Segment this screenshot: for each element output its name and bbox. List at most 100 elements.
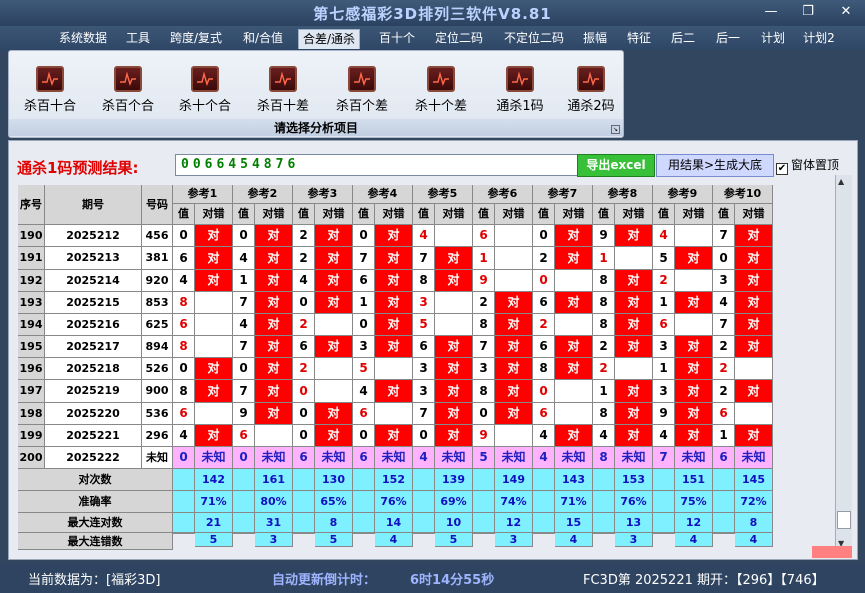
row-value: 2	[293, 358, 315, 380]
row-period: 2025217	[45, 336, 142, 358]
row-value: 8	[173, 380, 195, 403]
row-value: 1	[353, 292, 375, 314]
pending-number: 未知	[142, 447, 173, 469]
stat-label: 最大连错数	[18, 533, 173, 550]
ribbon-button-label: 杀百个合	[101, 99, 154, 114]
row-value: 4	[593, 425, 615, 447]
row-hit-mark: 对	[555, 336, 593, 358]
menu-item-13[interactable]: 计划	[756, 29, 790, 49]
generate-base-button[interactable]: 用结果>生成大底	[656, 154, 774, 177]
menu-item-12[interactable]: 后一	[711, 29, 745, 49]
row-value: 4	[173, 270, 195, 292]
row-value: 7	[413, 403, 435, 425]
stat-spacer	[353, 469, 375, 491]
header-number: 号码	[142, 185, 173, 225]
stat-value: 65%	[315, 491, 353, 513]
ribbon-launcher-icon[interactable]: ↘	[611, 125, 620, 134]
row-hit-mark: 对	[255, 380, 293, 403]
ribbon-button-1[interactable]: 杀百十合	[17, 66, 83, 116]
menu-item-10[interactable]: 特征	[622, 29, 656, 49]
stat-spacer	[293, 469, 315, 491]
pending-value: 6	[353, 447, 375, 469]
stat-spacer	[593, 533, 615, 534]
row-value: 0	[713, 247, 735, 270]
ribbon-button-3[interactable]: 杀十个合	[172, 66, 238, 116]
header-seq: 序号	[18, 185, 45, 225]
ribbon-button-7[interactable]: 通杀1码	[487, 66, 553, 116]
menu-item-4[interactable]: 和/合值	[238, 29, 288, 49]
row-hit-mark: 对	[315, 247, 353, 270]
row-period: 2025216	[45, 314, 142, 336]
pending-hit-text: 未知	[735, 447, 773, 469]
header-value: 值	[593, 204, 615, 225]
row-hit-mark: 对	[495, 336, 533, 358]
header-value: 值	[233, 204, 255, 225]
menu-item-5[interactable]: 合差/通杀	[298, 29, 360, 49]
row-hit-mark: 对	[255, 358, 293, 380]
pending-value: 0	[173, 447, 195, 469]
header-hit: 对错	[375, 204, 413, 225]
prediction-field[interactable]: 0066454876	[175, 154, 578, 176]
header-hit: 对错	[615, 204, 653, 225]
row-hit-mark: 对	[255, 247, 293, 270]
ribbon-button-6[interactable]: 杀十个差	[408, 66, 474, 116]
row-period: 2025218	[45, 358, 142, 380]
stat-spacer	[653, 469, 675, 491]
ribbon-button-5[interactable]: 杀百个差	[329, 66, 395, 116]
ribbon-button-2[interactable]: 杀百个合	[95, 66, 161, 116]
row-hit-mark: 对	[315, 292, 353, 314]
menu-item-1[interactable]: 系统数据	[52, 29, 114, 49]
menu-item-8[interactable]: 不定位二码	[497, 29, 571, 49]
scrollbar-thumb[interactable]	[837, 511, 851, 529]
row-value: 2	[293, 314, 315, 336]
row-value: 0	[533, 380, 555, 403]
restore-icon[interactable]: ❐	[797, 4, 819, 20]
row-seq: 190	[18, 225, 45, 247]
close-icon[interactable]: ✕	[835, 4, 857, 20]
export-excel-button[interactable]: 导出excel	[577, 154, 655, 177]
row-value: 6	[353, 403, 375, 425]
row-seq: 193	[18, 292, 45, 314]
scroll-up-icon[interactable]: ▲	[838, 177, 844, 186]
menu-item-2[interactable]: 工具	[121, 29, 155, 49]
menu-item-9[interactable]: 振幅	[578, 29, 612, 49]
pending-hit-text: 未知	[615, 447, 653, 469]
row-value: 3	[713, 270, 735, 292]
always-on-top-checkbox[interactable]: ✔ 窗体置顶	[776, 156, 839, 175]
row-hit-mark: 对	[435, 270, 473, 292]
stat-spacer	[413, 469, 435, 491]
stat-value: 149	[495, 469, 533, 491]
stat-value: 8	[735, 513, 773, 533]
menu-item-14[interactable]: 计划2	[799, 29, 839, 49]
row-hit-mark	[615, 247, 653, 270]
table-scrollbar[interactable]: ▲ ▼	[835, 175, 852, 550]
row-value: 6	[713, 403, 735, 425]
menu-item-7[interactable]: 定位二码	[430, 29, 488, 49]
menu-item-11[interactable]: 后二	[666, 29, 700, 49]
row-hit-mark: 对	[495, 403, 533, 425]
row-value: 6	[533, 292, 555, 314]
stat-spacer	[473, 469, 495, 491]
row-value: 0	[353, 314, 375, 336]
ribbon-button-4[interactable]: 杀百十差	[250, 66, 316, 116]
row-hit-mark	[675, 314, 713, 336]
row-hit-mark	[675, 225, 713, 247]
minimize-icon[interactable]: —	[760, 4, 782, 20]
stat-spacer	[593, 469, 615, 491]
menu-item-3[interactable]: 跨度/复式	[165, 29, 227, 49]
row-value: 8	[473, 314, 495, 336]
row-hit-mark	[735, 403, 773, 425]
menu-item-6[interactable]: 百十个	[374, 29, 420, 49]
checkbox-check-icon[interactable]: ✔	[776, 163, 788, 175]
stat-value: 15	[555, 513, 593, 533]
row-hit-mark: 对	[615, 225, 653, 247]
row-value: 7	[233, 336, 255, 358]
latest-draw-info: FC3D第 2025221 期开：【296】【746】	[583, 573, 825, 588]
row-seq: 198	[18, 403, 45, 425]
row-hit-mark	[195, 314, 233, 336]
stat-value: 143	[555, 469, 593, 491]
stat-label: 准确率	[18, 491, 173, 513]
row-hit-mark: 对	[495, 380, 533, 403]
row-number: 920	[142, 270, 173, 292]
ribbon-button-8[interactable]: 通杀2码	[558, 66, 624, 116]
